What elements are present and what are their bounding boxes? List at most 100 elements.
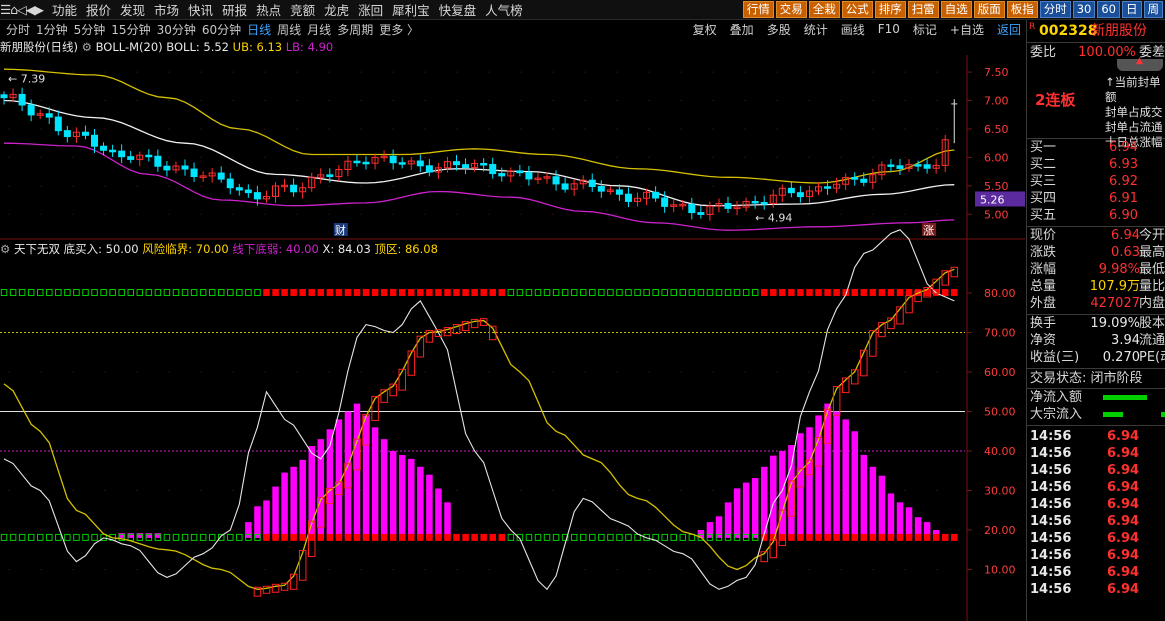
candle-body <box>91 134 98 147</box>
candle-body <box>353 160 361 164</box>
tool-button[interactable]: 统计 <box>804 21 828 38</box>
menu-item[interactable]: 龙虎 <box>324 0 349 19</box>
signal-box-bottom <box>607 533 614 541</box>
quick-button[interactable]: 60 <box>1097 1 1120 18</box>
signal-box-top <box>73 289 80 296</box>
menu-item[interactable]: 人气榜 <box>485 0 523 19</box>
menu-item[interactable]: 功能 <box>52 0 77 19</box>
signal-box-bottom <box>444 533 451 541</box>
menu-item[interactable]: 快讯 <box>188 0 213 19</box>
period-tab[interactable]: 多周期 <box>337 21 373 38</box>
signal-box-top <box>525 289 533 296</box>
candle-body <box>688 203 696 214</box>
tick-row: 14:56 6.94 <box>1030 463 1140 478</box>
menu-item[interactable]: 犀利宝 <box>392 0 430 19</box>
collapse-handle[interactable]: ▲ <box>1117 56 1163 71</box>
signal-box-top <box>55 289 62 296</box>
signal-box-top <box>751 289 759 296</box>
quick-button[interactable]: 30 <box>1072 1 1096 18</box>
menu-item[interactable]: 热点 <box>256 0 281 19</box>
period-tab-active[interactable]: 日线 <box>247 21 271 38</box>
signal-box-top <box>190 289 198 296</box>
weibi-label: 委比 <box>1030 45 1057 60</box>
signal-box-bottom <box>281 533 288 541</box>
period-tab[interactable]: 30分钟 <box>157 21 196 38</box>
menu-item[interactable]: 发现 <box>120 0 145 19</box>
period-tab[interactable]: 5分钟 <box>74 21 106 38</box>
tool-button[interactable]: 叠加 <box>730 21 754 38</box>
menu-item[interactable]: 市场 <box>154 0 179 19</box>
seal-line: 封单占流通 <box>1105 120 1163 134</box>
candle-body <box>18 93 26 106</box>
histogram-bar <box>353 403 361 538</box>
quick-button[interactable]: 分时 <box>1039 1 1071 18</box>
quick-button[interactable]: 行情 <box>742 1 774 18</box>
bid-row[interactable]: 买二 6.93 <box>1027 156 1165 173</box>
quick-button[interactable]: 全栽 <box>808 1 840 18</box>
chart-area[interactable]: 7.50 7.00 6.50 6.00 5.50 5.00 80.00 70.00 60.00 5… <box>0 55 1025 621</box>
quick-button[interactable]: 周 <box>1143 1 1163 18</box>
signal-box-bottom <box>272 533 279 541</box>
high-label: ← 7.39 <box>8 72 45 85</box>
period-tab[interactable]: 60分钟 <box>202 21 241 38</box>
app-logo[interactable]: ☰⌂◁◀▶ <box>0 2 44 17</box>
tool-button[interactable]: F10 <box>878 22 900 36</box>
signal-box-top <box>18 289 26 296</box>
tool-button[interactable]: 多股 <box>767 21 791 38</box>
signal-box-top <box>27 289 35 296</box>
quick-button[interactable]: 排序 <box>874 1 906 18</box>
signal-step-box <box>298 550 307 581</box>
quote-row: 现价 6.94 今开 <box>1030 228 1165 243</box>
menu-item[interactable]: 涨回 <box>358 0 383 19</box>
signal-box-top <box>480 289 487 296</box>
candle-body <box>615 189 623 195</box>
candle-body <box>597 186 605 192</box>
indicator-name[interactable]: BOLL-M(20) <box>96 40 163 54</box>
bid-row[interactable]: 买一 6.94 <box>1027 139 1165 156</box>
signal-box-top <box>797 289 804 296</box>
menu-item[interactable]: 报价 <box>86 0 111 19</box>
histogram-bar <box>362 415 370 538</box>
histogram-bar <box>281 472 288 538</box>
stock-title: 新朋股份(日线) <box>0 40 78 54</box>
flow-row: 大宗流入 <box>1027 406 1165 423</box>
menu-item[interactable]: 快复盘 <box>439 0 477 19</box>
quick-button[interactable]: 公式 <box>841 1 873 18</box>
quick-button[interactable]: 板指 <box>1006 1 1038 18</box>
period-tab[interactable]: 分时 <box>6 21 30 38</box>
period-tab[interactable]: 1分钟 <box>36 21 68 38</box>
histogram-bar <box>887 493 895 538</box>
period-tab[interactable]: 月线 <box>307 21 331 38</box>
bid-row[interactable]: 买四 6.91 <box>1027 190 1165 207</box>
histogram-bar <box>290 466 297 538</box>
back-button[interactable]: 返回 <box>997 21 1021 38</box>
histogram-bar <box>742 482 750 538</box>
quick-button[interactable]: 扫雷 <box>907 1 939 18</box>
histogram-bar <box>389 451 397 538</box>
tick-row: 14:56 6.94 <box>1030 514 1140 529</box>
histogram-bar <box>417 466 424 538</box>
tool-button[interactable]: 标记 <box>913 21 937 38</box>
signal-box-top <box>290 289 297 296</box>
period-tab[interactable]: 周线 <box>277 21 301 38</box>
tool-button[interactable]: 复权 <box>693 21 717 38</box>
quick-button[interactable]: 自选 <box>940 1 972 18</box>
menu-item[interactable]: 研报 <box>222 0 247 19</box>
period-tab[interactable]: 15分钟 <box>111 21 150 38</box>
tick-row: 14:56 6.94 <box>1030 480 1140 495</box>
signal-box-top <box>507 289 515 296</box>
quick-button[interactable]: 版面 <box>973 1 1005 18</box>
quick-buttons: 行情 交易 全栽 公式 排序 扫雷 自选 版面 板指 分时 30 60 日 周 <box>741 1 1163 18</box>
menu-item[interactable]: 竞额 <box>290 0 315 19</box>
quick-button[interactable]: 交易 <box>775 1 807 18</box>
period-tab[interactable]: 更多 〉 <box>379 21 419 38</box>
bid-row[interactable]: 买三 6.92 <box>1027 173 1165 190</box>
tool-button[interactable]: 画线 <box>841 21 865 38</box>
settings-icon[interactable]: ⚙ <box>82 40 92 54</box>
quick-button[interactable]: 日 <box>1122 1 1142 18</box>
axis-label: 7.50 <box>984 66 1009 79</box>
candle-body <box>914 164 922 167</box>
bid-row[interactable]: 买五 6.90 <box>1027 207 1165 224</box>
signal-box-bottom <box>498 533 506 541</box>
tool-button[interactable]: +自选 <box>950 21 984 38</box>
